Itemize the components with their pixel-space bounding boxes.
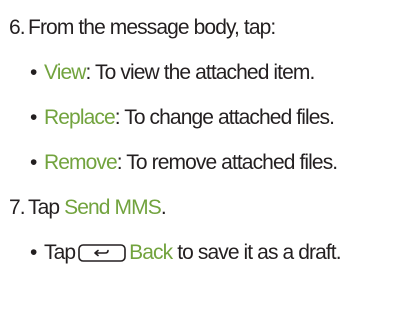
keyword-send-mms: Send MMS [64,196,162,219]
bullet-marker: • [30,241,37,264]
bullet-back: • Tap Back to save it as a draft. [30,240,342,266]
keyword-view: View [44,61,86,84]
step-number: 7. [9,196,26,219]
bullet-view: • View: To view the attached item. [30,60,316,86]
step-text-end: . [160,196,167,219]
bullet-replace: • Replace: To change attached files. [30,105,335,131]
bullet-text: : To change attached files. [114,106,335,129]
bullet-text-end: to save it as a draft. [172,241,341,264]
bullet-marker: • [30,106,37,129]
step-7: 7. Tap Send MMS. [9,195,167,221]
step-text: From the message body, tap: [28,16,276,39]
bullet-marker: • [30,61,37,84]
bullet-remove: • Remove: To remove attached files. [30,150,338,176]
keyword-replace: Replace [44,106,116,129]
instruction-document: 6. From the message body, tap: • View: To… [0,0,396,310]
bullet-text: : To remove attached files. [116,151,338,174]
keyword-back: Back [129,241,173,264]
step-number: 6. [9,16,26,39]
step-text: Tap [28,196,65,219]
bullet-text: Tap [44,241,76,264]
bullet-marker: • [30,151,37,174]
bullet-text: : To view the attached item. [85,61,316,84]
step-6: 6. From the message body, tap: [9,15,276,41]
back-key-icon [78,243,126,262]
keyword-remove: Remove [44,151,118,174]
